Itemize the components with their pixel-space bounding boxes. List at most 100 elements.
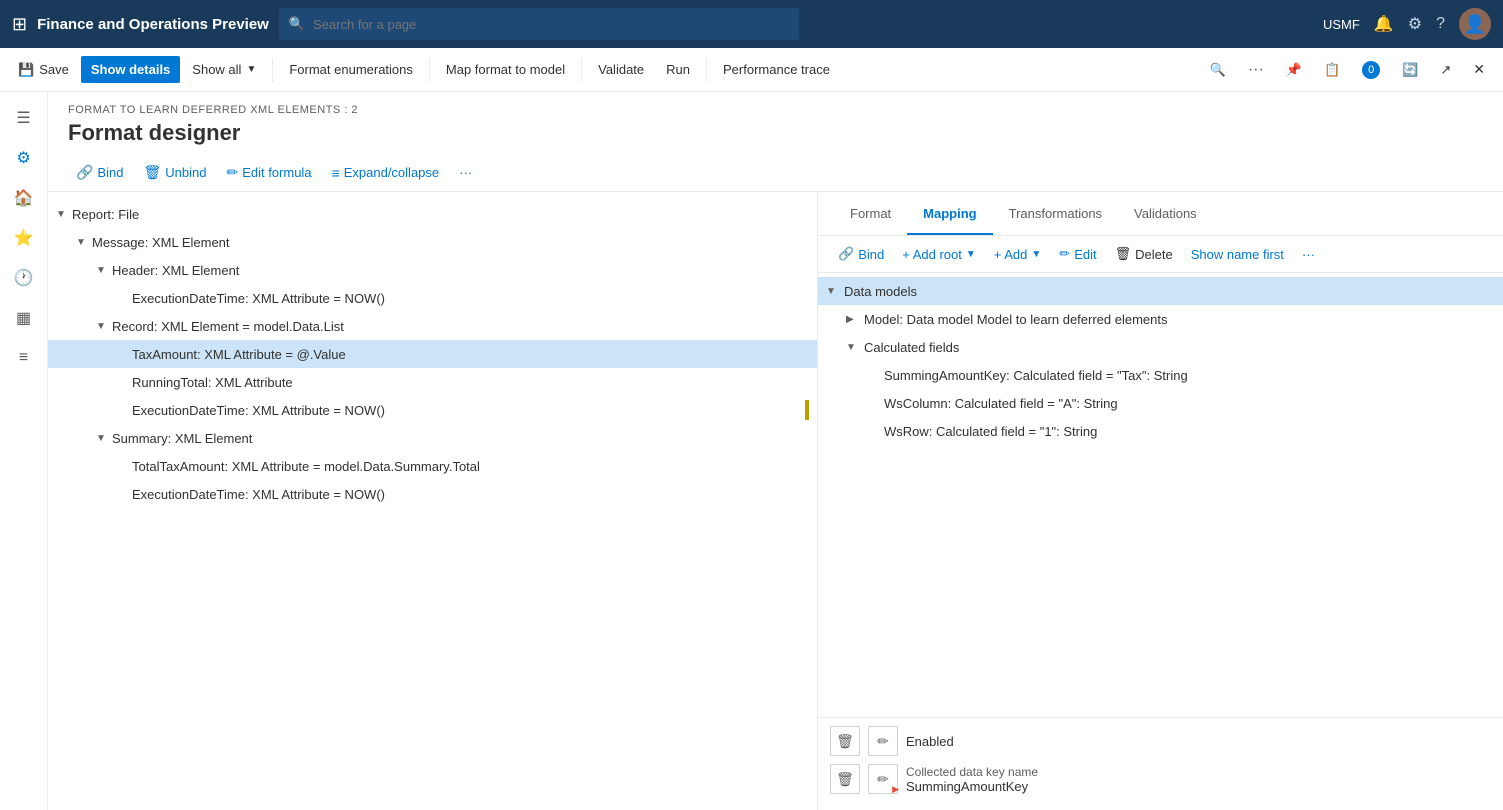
- key-name-value: SummingAmountKey: [906, 779, 1038, 794]
- tree-item-totaltaxamount[interactable]: TotalTaxAmount: XML Attribute = model.Da…: [48, 452, 817, 480]
- unbind-button[interactable]: 🗑 Unbind: [135, 160, 214, 185]
- edit-key-button[interactable]: ✏ ▶: [868, 764, 898, 794]
- nav-favorites-icon[interactable]: ⭐: [6, 220, 42, 256]
- toggle-header-xml[interactable]: ▼: [96, 265, 108, 276]
- search-cmd-icon[interactable]: 🔍: [1200, 56, 1236, 84]
- separator-1: [272, 58, 273, 82]
- status-bar: [805, 400, 809, 420]
- tree-item-report-file[interactable]: ▼ Report: File: [48, 200, 817, 228]
- close-icon: ✕: [1473, 61, 1485, 78]
- bind-icon: 🔗: [76, 164, 93, 181]
- run-button[interactable]: Run: [656, 56, 700, 83]
- right-pane: Format Mapping Transformations Validatio…: [818, 192, 1503, 810]
- nav-workspaces-icon[interactable]: ▦: [6, 300, 42, 336]
- add-chevron: ▼: [1031, 249, 1041, 260]
- panel-add-root-button[interactable]: + Add root ▼: [894, 243, 984, 266]
- badge-button[interactable]: 0: [1352, 55, 1390, 85]
- tab-validations[interactable]: Validations: [1118, 194, 1213, 235]
- panel-more-button[interactable]: ···: [1294, 243, 1323, 266]
- tab-format[interactable]: Format: [834, 194, 907, 235]
- map-item-ws-row[interactable]: WsRow: Calculated field = "1": String: [818, 417, 1503, 445]
- toggle-summary-xml[interactable]: ▼: [96, 433, 108, 444]
- left-nav: ☰ ⚙ 🏠 ⭐ 🕐 ▦ ≡: [0, 92, 48, 810]
- add-root-chevron: ▼: [966, 249, 976, 260]
- format-enumerations-button[interactable]: Format enumerations: [279, 56, 423, 83]
- toggle-record-xml[interactable]: ▼: [96, 321, 108, 332]
- bind-button[interactable]: 🔗 Bind: [68, 160, 131, 185]
- tree-item-executiondatetime-3[interactable]: ExecutionDateTime: XML Attribute = NOW(): [48, 480, 817, 508]
- bottom-panel: 🗑 ✏ Enabled 🗑 ✏ ▶: [818, 717, 1503, 810]
- expand-collapse-button[interactable]: ≡ Expand/collapse: [324, 161, 448, 185]
- search-icon: 🔍: [289, 16, 305, 32]
- tab-mapping[interactable]: Mapping: [907, 194, 992, 235]
- search-box[interactable]: 🔍: [279, 8, 799, 40]
- toggle-model[interactable]: ▶: [846, 314, 858, 325]
- panel-delete-button[interactable]: 🗑 Delete: [1107, 242, 1181, 266]
- edit-enabled-button[interactable]: ✏: [868, 726, 898, 756]
- copy-icon: 📋: [1324, 62, 1340, 78]
- panel-bind-button[interactable]: 🔗 Bind: [830, 242, 892, 266]
- show-details-button[interactable]: Show details: [81, 56, 180, 83]
- performance-trace-button[interactable]: Performance trace: [713, 56, 840, 83]
- tab-transformations[interactable]: Transformations: [993, 194, 1118, 235]
- toggle-data-models[interactable]: ▼: [826, 286, 838, 297]
- help-icon[interactable]: ?: [1436, 15, 1445, 33]
- enabled-status: Enabled: [906, 734, 954, 749]
- app-body: ☰ ⚙ 🏠 ⭐ 🕐 ▦ ≡ FORMAT TO LEARN DEFERRED X…: [0, 92, 1503, 810]
- pin-button[interactable]: 📌: [1276, 56, 1312, 84]
- search-input[interactable]: [313, 17, 789, 32]
- panel-edit-icon: ✏: [1059, 246, 1070, 262]
- map-item-summing-amount[interactable]: SummingAmountKey: Calculated field = "Ta…: [818, 361, 1503, 389]
- settings-icon[interactable]: ⚙: [1408, 14, 1422, 34]
- open-new-button[interactable]: ↗: [1430, 56, 1461, 84]
- nav-filter-icon[interactable]: ⚙: [6, 140, 42, 176]
- panel-toolbar: 🔗 Bind + Add root ▼ + Add ▼ ✏ Edit: [818, 236, 1503, 273]
- panel-add-button[interactable]: + Add ▼: [986, 243, 1050, 266]
- tree-item-executiondatetime-2[interactable]: ExecutionDateTime: XML Attribute = NOW(): [48, 396, 817, 424]
- show-name-first-button[interactable]: Show name first: [1183, 243, 1292, 266]
- grid-icon[interactable]: ⊞: [12, 14, 27, 35]
- map-item-calculated-fields[interactable]: ▼ Calculated fields: [818, 333, 1503, 361]
- delete-key-button[interactable]: 🗑: [830, 764, 860, 794]
- toggle-calculated-fields[interactable]: ▼: [846, 342, 858, 353]
- nav-modules-icon[interactable]: ≡: [6, 340, 42, 376]
- validate-button[interactable]: Validate: [588, 56, 654, 83]
- tree-item-taxamount[interactable]: TaxAmount: XML Attribute = @.Value: [48, 340, 817, 368]
- toggle-report-file[interactable]: ▼: [56, 209, 68, 220]
- more-designer-button[interactable]: ···: [451, 161, 480, 184]
- delete-enabled-button[interactable]: 🗑: [830, 726, 860, 756]
- tree-item-executiondatetime-1[interactable]: ExecutionDateTime: XML Attribute = NOW(): [48, 284, 817, 312]
- copy-button[interactable]: 📋: [1314, 56, 1350, 84]
- more-options-button[interactable]: ···: [1238, 55, 1274, 85]
- main-content: FORMAT TO LEARN DEFERRED XML ELEMENTS : …: [48, 92, 1503, 810]
- map-item-ws-column[interactable]: WsColumn: Calculated field = "A": String: [818, 389, 1503, 417]
- separator-2: [429, 58, 430, 82]
- nav-recent-icon[interactable]: 🕐: [6, 260, 42, 296]
- nav-home-icon[interactable]: 🏠: [6, 180, 42, 216]
- tree-item-record-xml[interactable]: ▼ Record: XML Element = model.Data.List: [48, 312, 817, 340]
- map-item-data-models[interactable]: ▼ Data models: [818, 277, 1503, 305]
- show-all-button[interactable]: Show all ▼: [182, 56, 266, 83]
- edit-formula-button[interactable]: ✏ Edit formula: [218, 160, 319, 185]
- delete-icon-key: 🗑: [836, 771, 854, 788]
- panel-delete-icon: 🗑: [1115, 246, 1132, 262]
- save-button[interactable]: 💾 Save: [8, 56, 79, 84]
- tree-item-summary-xml[interactable]: ▼ Summary: XML Element: [48, 424, 817, 452]
- map-format-button[interactable]: Map format to model: [436, 56, 575, 83]
- panel-edit-button[interactable]: ✏ Edit: [1051, 242, 1104, 266]
- avatar[interactable]: 👤: [1459, 8, 1491, 40]
- notification-icon[interactable]: 🔔: [1374, 14, 1394, 34]
- refresh-button[interactable]: 🔄: [1392, 56, 1428, 84]
- edit-icon-enabled: ✏: [877, 733, 889, 750]
- edit-icon-key: ✏: [877, 771, 889, 788]
- open-new-icon: ↗: [1440, 62, 1451, 78]
- nav-menu-icon[interactable]: ☰: [6, 100, 42, 136]
- toggle-message-xml[interactable]: ▼: [76, 237, 88, 248]
- map-item-model[interactable]: ▶ Model: Data model Model to learn defer…: [818, 305, 1503, 333]
- topbar-right: USMF 🔔 ⚙ ? 👤: [1323, 8, 1491, 40]
- page-title: Format designer: [68, 120, 1483, 146]
- tree-item-message-xml[interactable]: ▼ Message: XML Element: [48, 228, 817, 256]
- tree-item-runningtotal[interactable]: RunningTotal: XML Attribute: [48, 368, 817, 396]
- close-button[interactable]: ✕: [1463, 55, 1495, 84]
- tree-item-header-xml[interactable]: ▼ Header: XML Element: [48, 256, 817, 284]
